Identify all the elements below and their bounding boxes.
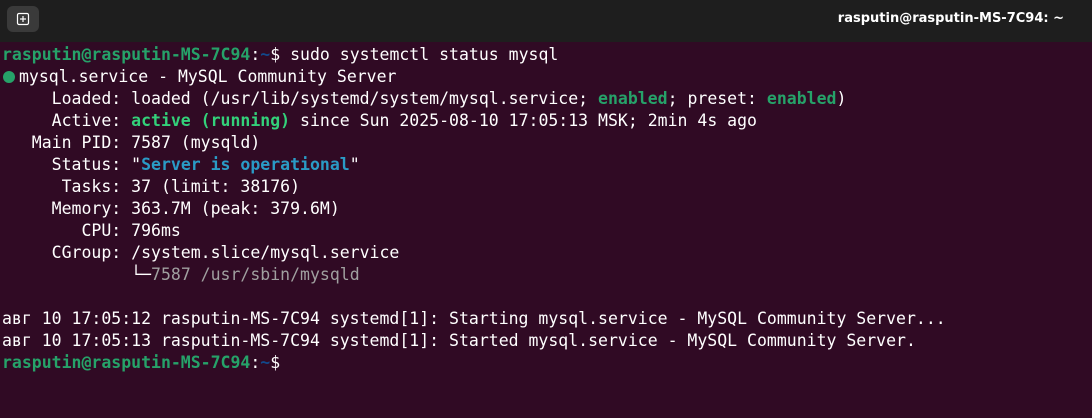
log-line: авг 10 17:05:13 rasputin-MS-7C94 systemd… — [2, 331, 916, 350]
status-quote-close: " — [349, 155, 360, 174]
title-bar: rasputin@rasputin-MS-7C94: ~ — [0, 0, 1092, 42]
unit-description: mysql.service - MySQL Community Server — [19, 67, 397, 86]
cgroup-indent — [2, 265, 131, 284]
status-quote-open: " — [131, 155, 142, 174]
prompt-line: rasputin@rasputin-MS-7C94:~$ — [2, 352, 1090, 374]
terminal-window: rasputin@rasputin-MS-7C94: ~ rasputin@ra… — [0, 0, 1092, 418]
memory-line: Memory: 363.7M (peak: 379.6M) — [2, 199, 340, 218]
status-value: Server is operational — [141, 155, 350, 174]
active-suffix: since Sun 2025-08-10 17:05:13 MSK; 2min … — [290, 111, 757, 130]
loaded-enabled: enabled — [598, 89, 668, 108]
tasks-line: Tasks: 37 (limit: 38176) — [2, 177, 301, 196]
main-pid-line: Main PID: 7587 (mysqld) — [2, 133, 261, 152]
active-label: Active: — [2, 111, 132, 130]
command-text: sudo systemctl status mysql — [280, 45, 559, 64]
unit-line: mysql.service - MySQL Community Server — [2, 66, 1090, 88]
loaded-label: Loaded: — [2, 89, 132, 108]
prompt-user-host: rasputin@rasputin-MS-7C94 — [2, 45, 251, 64]
cgroup-process-line: └─7587 /usr/sbin/mysqld — [2, 264, 1090, 286]
active-value: active (running) — [131, 111, 291, 130]
cpu-line: CPU: 796ms — [2, 221, 181, 240]
log-line: авг 10 17:05:12 rasputin-MS-7C94 systemd… — [2, 309, 946, 328]
cgroup-line: CGroup: /system.slice/mysql.service — [2, 243, 400, 262]
prompt-symbol: $ — [270, 353, 281, 372]
loaded-mid: ; preset: — [667, 89, 767, 108]
cgroup-process: 7587 /usr/sbin/mysqld — [151, 265, 360, 284]
command-line: rasputin@rasputin-MS-7C94:~$ sudo system… — [2, 44, 1090, 66]
prompt-symbol: $ — [270, 45, 281, 64]
tree-branch-icon: └─ — [131, 265, 152, 284]
prompt-separator: : — [250, 45, 261, 64]
loaded-suffix: ) — [836, 89, 847, 108]
prompt-user-host: rasputin@rasputin-MS-7C94 — [2, 353, 251, 372]
status-dot-icon — [3, 71, 15, 83]
prompt-path: ~ — [260, 353, 271, 372]
loaded-prefix: loaded (/usr/lib/systemd/system/mysql.se… — [131, 89, 599, 108]
loaded-preset: enabled — [766, 89, 837, 108]
prompt-separator: : — [250, 353, 261, 372]
active-line: Active: active (running) since Sun 2025-… — [2, 110, 1090, 132]
terminal-output[interactable]: rasputin@rasputin-MS-7C94:~$ sudo system… — [2, 44, 1090, 374]
window-title: rasputin@rasputin-MS-7C94: ~ — [837, 11, 1064, 26]
loaded-line: Loaded: loaded (/usr/lib/systemd/system/… — [2, 88, 1090, 110]
prompt-path: ~ — [260, 45, 271, 64]
status-line: Status: "Server is operational" — [2, 154, 1090, 176]
status-label: Status: — [2, 155, 132, 174]
